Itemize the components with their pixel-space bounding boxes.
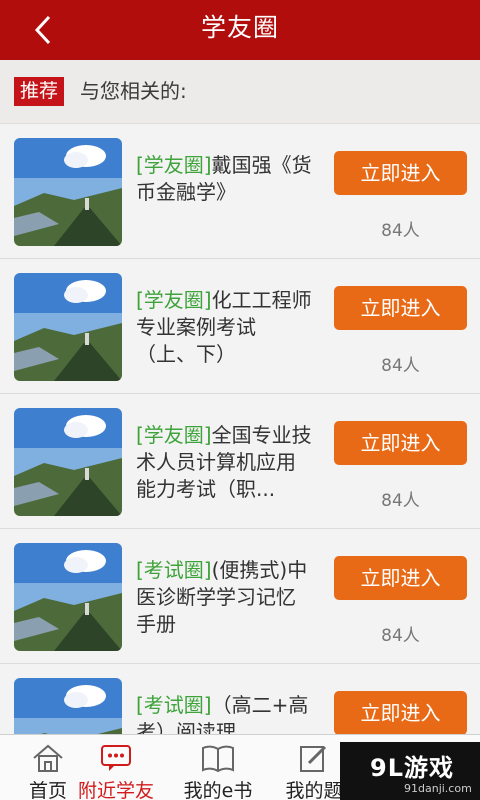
page-title: 学友圈 xyxy=(200,13,279,42)
member-count: 84人 xyxy=(381,356,420,376)
chat-icon xyxy=(101,745,131,771)
recommend-text: 与您相关的: xyxy=(80,79,187,103)
circle-thumbnail xyxy=(14,678,122,734)
circle-title[interactable]: [考试圈]（高二+高考）阅读理 xyxy=(136,692,314,734)
circle-thumbnail xyxy=(14,138,122,246)
list-item: [考试圈](便携式)中医诊断学学习记忆手册 立即进入 84人 xyxy=(0,529,480,664)
home-icon xyxy=(33,744,63,772)
circle-title[interactable]: [学友圈]全国专业技术人员计算机应用能力考试（职... xyxy=(136,422,314,503)
circle-type-label: [学友圈] xyxy=(136,423,212,447)
enter-now-button[interactable]: 立即进入 xyxy=(334,556,467,600)
member-count: 84人 xyxy=(381,221,420,241)
member-count: 84人 xyxy=(381,491,420,511)
circle-type-label: [考试圈] xyxy=(136,558,212,582)
tab-label: 我的e书 xyxy=(183,780,253,800)
enter-now-button[interactable]: 立即进入 xyxy=(334,286,467,330)
circle-type-label: [考试圈] xyxy=(136,693,212,717)
list-item: [考试圈]（高二+高考）阅读理 立即进入 xyxy=(0,664,480,734)
enter-now-button[interactable]: 立即进入 xyxy=(334,421,467,465)
circle-type-label: [学友圈] xyxy=(136,288,212,312)
list-item: [学友圈]全国专业技术人员计算机应用能力考试（职... 立即进入 84人 xyxy=(0,394,480,529)
recommend-tag: 推荐 xyxy=(14,77,65,106)
recommend-bar: 推荐 与您相关的: xyxy=(0,60,480,124)
list-item: [学友圈]化工工程师 专业案例考试（上、下） 立即进入 84人 xyxy=(0,259,480,394)
circle-type-label: [学友圈] xyxy=(136,153,212,177)
circle-list: [学友圈]戴国强《货币金融学》 立即进入 84人 [学友圈]化工工程师 专业案例… xyxy=(0,124,480,734)
circle-thumbnail xyxy=(14,543,122,651)
circle-thumbnail xyxy=(14,408,122,516)
member-count: 84人 xyxy=(381,626,420,646)
list-item: [学友圈]戴国强《货币金融学》 立即进入 84人 xyxy=(0,124,480,259)
enter-now-button[interactable]: 立即进入 xyxy=(334,151,467,195)
book-icon xyxy=(202,745,234,773)
tab-my-ebooks[interactable]: 我的e书 xyxy=(170,735,266,800)
circle-thumbnail xyxy=(14,273,122,381)
site-watermark: 9L游戏 91danji.com xyxy=(340,742,480,800)
tab-nearby-classmates[interactable]: 附近学友 xyxy=(68,735,164,800)
enter-now-button[interactable]: 立即进入 xyxy=(334,691,467,734)
watermark-site: 91danji.com xyxy=(404,782,472,795)
circle-title[interactable]: [学友圈]戴国强《货币金融学》 xyxy=(136,152,314,206)
watermark-logo: 9L游戏 xyxy=(370,754,454,782)
circle-title[interactable]: [考试圈](便携式)中医诊断学学习记忆手册 xyxy=(136,557,314,638)
edit-icon xyxy=(300,745,327,772)
app-header: 学友圈 xyxy=(0,0,480,60)
tab-label: 附近学友 xyxy=(77,780,154,800)
circle-title[interactable]: [学友圈]化工工程师 专业案例考试（上、下） xyxy=(136,287,314,368)
